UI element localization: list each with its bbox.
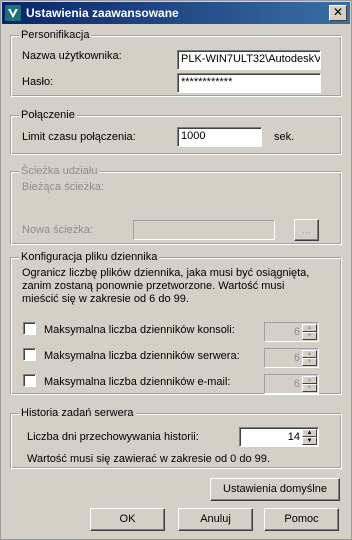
server-logs-label: Maksymalna liczba dzienników serwera: [44,350,240,362]
cancel-button[interactable]: Anuluj [178,508,253,531]
share-path-legend: Ścieżka udziału [19,165,100,177]
share-path-group: Ścieżka udziału Bieżąca ścieżka: Nowa śc… [10,165,342,245]
server-logs-spinner[interactable]: 6 ▲ ▼ [264,348,319,368]
timeout-field[interactable]: 1000 [177,127,262,147]
email-logs-spinner[interactable]: 6 ▲ ▼ [264,374,319,394]
history-days-spinner[interactable]: 14 ▲ ▼ [239,427,319,447]
email-logs-checkbox[interactable] [23,374,36,387]
email-logs-label: Maksymalna liczba dzienników e-mail: [44,376,231,388]
connection-legend: Połączenie [19,109,77,121]
timeout-label: Limit czasu połączenia: [22,131,136,143]
spin-down-icon[interactable]: ▼ [302,437,317,445]
spin-up-icon[interactable]: ▲ [302,376,317,384]
spin-down-icon[interactable]: ▼ [302,384,317,392]
personalization-group: Personifikacja Nazwa użytkownika: PLK-WI… [10,29,342,97]
email-logs-value: 6 [293,378,300,390]
title-bar[interactable]: Ustawienia zaawansowane ✕ [2,2,350,24]
help-button[interactable]: Pomoc [264,508,339,531]
password-label: Hasło: [22,76,54,88]
history-days-value: 14 [287,431,300,443]
history-days-label: Liczba dni przechowywania historii: [27,431,199,443]
personalization-legend: Personifikacja [19,29,92,41]
server-logs-value: 6 [293,352,300,364]
current-path-label: Bieżąca ścieżka: [22,181,104,193]
browse-button[interactable]: ... [294,219,319,241]
username-field[interactable]: PLK-WIN7ULT32\AutodeskVa [177,50,321,70]
app-logo-icon [5,5,21,21]
window-title: Ustawienia zaawansowane [26,6,179,20]
new-path-field[interactable] [133,220,275,240]
advanced-settings-dialog: Ustawienia zaawansowane ✕ Personifikacja… [0,0,352,540]
server-logs-checkbox[interactable] [23,348,36,361]
connection-group: Połączenie Limit czasu połączenia: 1000 … [10,109,342,155]
spin-down-icon[interactable]: ▼ [302,332,317,340]
close-button[interactable]: ✕ [329,5,347,21]
spin-up-icon[interactable]: ▲ [302,350,317,358]
username-label: Nazwa użytkownika: [22,50,122,62]
close-icon: ✕ [332,5,344,19]
spin-down-icon[interactable]: ▼ [302,358,317,366]
console-logs-value: 6 [293,326,300,338]
log-config-legend: Konfiguracja pliku dziennika [19,251,160,263]
history-legend: Historia zadań serwera [19,407,136,419]
timeout-unit: sek. [274,131,295,143]
history-range-note: Wartość musi się zawierać w zakresie od … [27,453,270,465]
new-path-label: Nowa ścieżka: [22,224,93,236]
console-logs-spinner[interactable]: 6 ▲ ▼ [264,322,319,342]
log-config-group: Konfiguracja pliku dziennika Ogranicz li… [10,251,342,395]
password-field[interactable]: ************ [177,73,321,93]
console-logs-label: Maksymalna liczba dzienników konsoli: [44,324,235,336]
log-config-description: Ogranicz liczbę plików dziennika, jaka m… [22,267,310,305]
spin-up-icon[interactable]: ▲ [302,324,317,332]
history-group: Historia zadań serwera Liczba dni przech… [10,407,342,469]
console-logs-checkbox[interactable] [23,322,36,335]
spin-up-icon[interactable]: ▲ [302,429,317,437]
ok-button[interactable]: OK [90,508,165,531]
restore-defaults-button[interactable]: Ustawienia domyślne [210,478,340,501]
